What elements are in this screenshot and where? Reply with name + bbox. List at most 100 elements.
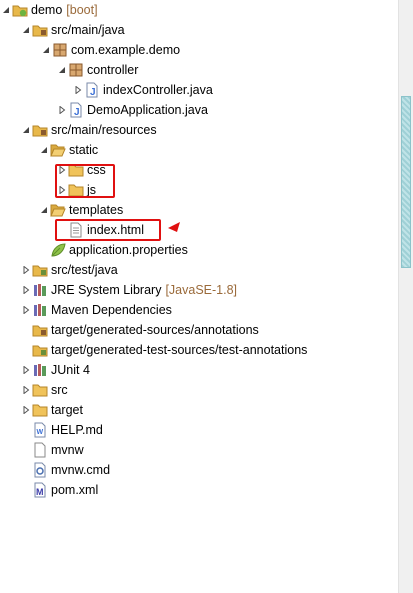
tree-item-src-test-java[interactable]: src/test/java: [20, 260, 118, 280]
expanded-arrow-icon[interactable]: [20, 120, 32, 140]
tree-item-label: mvnw.cmd: [51, 463, 111, 477]
tree-item-folder-src[interactable]: src: [20, 380, 68, 400]
project-decoration: [boot]: [66, 3, 98, 17]
spring-project-icon: [12, 2, 28, 18]
tree-item-label: com.example.demo: [71, 43, 181, 57]
project-label: demo: [31, 3, 63, 17]
tree-item-src-main-java[interactable]: src/main/java: [20, 20, 125, 40]
tree-item-file-mvnw[interactable]: mvnw: [20, 440, 84, 460]
source-folder-icon: [32, 122, 48, 138]
tree-item-label: controller: [87, 63, 139, 77]
tree-item-folder-target[interactable]: target: [20, 400, 83, 420]
tree-item-file-help-md[interactable]: W HELP.md: [20, 420, 103, 440]
source-folder-icon: [32, 342, 48, 358]
collapsed-arrow-icon[interactable]: [20, 360, 32, 380]
svg-text:J: J: [74, 107, 80, 118]
annotation-arrow-icon: [166, 219, 182, 236]
library-icon: [32, 302, 48, 318]
tree-item-junit-4[interactable]: JUnit 4: [20, 360, 90, 380]
tree-item-label: src: [51, 383, 68, 397]
tree-item-generated-sources[interactable]: target/generated-sources/annotations: [20, 320, 259, 340]
open-folder-icon: [50, 142, 66, 158]
tree-item-file-application-properties[interactable]: application.properties: [38, 240, 188, 260]
tree-item-label: target: [51, 403, 83, 417]
package-icon: [52, 42, 68, 58]
collapsed-arrow-icon[interactable]: [56, 100, 68, 120]
expanded-arrow-icon[interactable]: [0, 0, 12, 20]
tree-item-src-main-resources[interactable]: src/main/resources: [20, 120, 157, 140]
java-file-icon: J: [84, 82, 100, 98]
vertical-scrollbar[interactable]: [398, 0, 413, 593]
project-explorer-tree: demo [boot] src/main/java com.example.de…: [0, 0, 399, 593]
svg-text:M: M: [36, 487, 44, 497]
tree-item-maven-dependencies[interactable]: Maven Dependencies: [20, 300, 172, 320]
tree-item-label: target/generated-test-sources/test-annot…: [51, 343, 308, 357]
tree-item-folder-static[interactable]: static: [38, 140, 98, 160]
library-icon: [32, 282, 48, 298]
jre-decoration: [JavaSE-1.8]: [165, 283, 238, 297]
collapsed-arrow-icon[interactable]: [20, 400, 32, 420]
annotation-box-static-folders: [55, 164, 115, 198]
tree-item-label: Maven Dependencies: [51, 303, 172, 317]
tree-item-project-demo[interactable]: demo [boot]: [0, 0, 98, 20]
collapsed-arrow-icon[interactable]: [72, 80, 84, 100]
tree-item-label: src/main/java: [51, 23, 125, 37]
cmd-file-icon: [32, 462, 48, 478]
collapsed-arrow-icon[interactable]: [20, 280, 32, 300]
markdown-file-icon: W: [32, 422, 48, 438]
expanded-arrow-icon[interactable]: [38, 140, 50, 160]
package-icon: [68, 62, 84, 78]
maven-pom-icon: M: [32, 482, 48, 498]
java-file-icon: J: [68, 102, 84, 118]
tree-item-label: DemoApplication.java: [87, 103, 208, 117]
folder-icon: [32, 402, 48, 418]
tree-item-label: mvnw: [51, 443, 84, 457]
tree-item-folder-templates[interactable]: templates: [38, 200, 123, 220]
tree-item-label: src/test/java: [51, 263, 118, 277]
svg-text:W: W: [37, 429, 44, 436]
tree-item-file-mvnw-cmd[interactable]: mvnw.cmd: [20, 460, 110, 480]
source-folder-icon: [32, 22, 48, 38]
tree-item-package-controller[interactable]: controller: [56, 60, 138, 80]
tree-item-label: JRE System Library: [51, 283, 162, 297]
collapsed-arrow-icon[interactable]: [20, 300, 32, 320]
source-folder-icon: [32, 262, 48, 278]
source-folder-icon: [32, 322, 48, 338]
tree-item-label: templates: [69, 203, 124, 217]
collapsed-arrow-icon[interactable]: [20, 380, 32, 400]
tree-item-file-pom-xml[interactable]: M pom.xml: [20, 480, 98, 500]
tree-item-label: JUnit 4: [51, 363, 90, 377]
collapsed-arrow-icon[interactable]: [20, 260, 32, 280]
tree-item-label: pom.xml: [51, 483, 99, 497]
expanded-arrow-icon[interactable]: [56, 60, 68, 80]
tree-item-package-com-example-demo[interactable]: com.example.demo: [40, 40, 180, 60]
folder-icon: [32, 382, 48, 398]
expanded-arrow-icon[interactable]: [38, 200, 50, 220]
svg-text:J: J: [90, 87, 96, 98]
annotation-box-index-html: [55, 219, 161, 241]
tree-item-file-indexcontroller-java[interactable]: J indexController.java: [72, 80, 213, 100]
tree-item-file-demoapplication-java[interactable]: J DemoApplication.java: [56, 100, 208, 120]
tree-item-label: indexController.java: [103, 83, 213, 97]
expanded-arrow-icon[interactable]: [40, 40, 52, 60]
tree-item-jre-system-library[interactable]: JRE System Library [JavaSE-1.8]: [20, 280, 237, 300]
library-icon: [32, 362, 48, 378]
tree-item-label: target/generated-sources/annotations: [51, 323, 259, 337]
tree-item-generated-test-sources[interactable]: target/generated-test-sources/test-annot…: [20, 340, 307, 360]
text-file-icon: [32, 442, 48, 458]
open-folder-icon: [50, 202, 66, 218]
tree-item-label: src/main/resources: [51, 123, 157, 137]
tree-item-label: static: [69, 143, 99, 157]
spring-leaf-icon: [50, 242, 66, 258]
tree-item-label: application.properties: [69, 243, 188, 257]
expanded-arrow-icon[interactable]: [20, 20, 32, 40]
scrollbar-thumb[interactable]: [401, 96, 411, 268]
tree-item-label: HELP.md: [51, 423, 103, 437]
